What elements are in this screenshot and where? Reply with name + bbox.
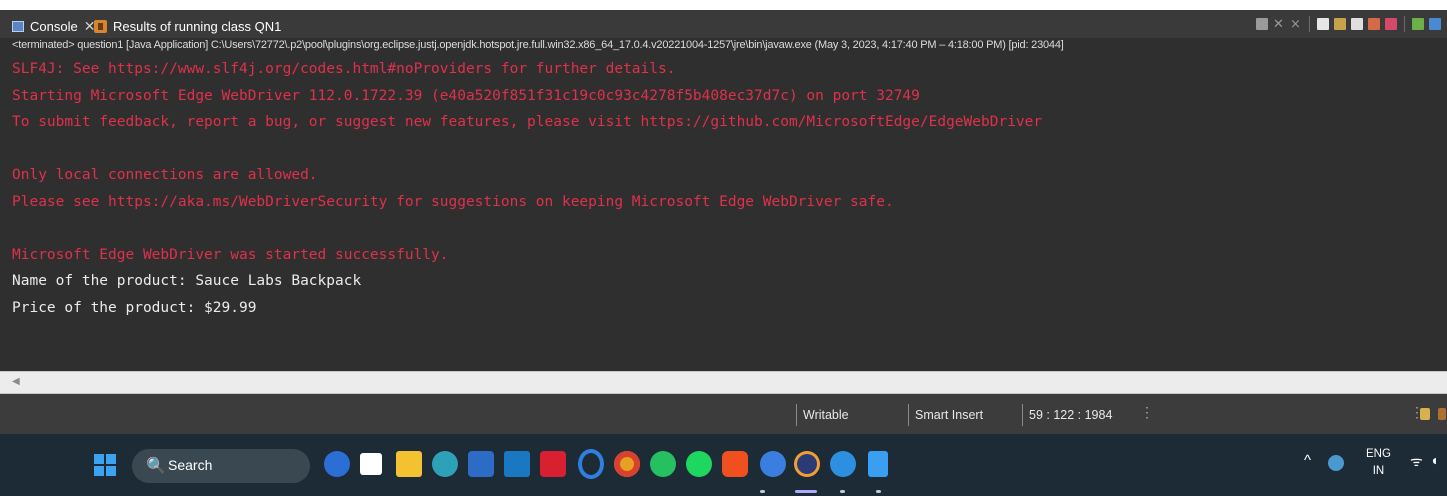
taskbar-search-input[interactable]: 🔍 Search	[132, 449, 310, 483]
cortana-app-icon[interactable]	[324, 451, 350, 477]
whatsapp-icon[interactable]	[650, 451, 676, 477]
console-icon	[12, 20, 24, 32]
task-view-icon[interactable]	[360, 453, 382, 475]
volume-icon[interactable]: ◖	[1430, 452, 1438, 468]
tab-console[interactable]: Console ✕	[12, 16, 95, 36]
eclipse-icon[interactable]	[794, 451, 820, 477]
windows-taskbar: 🔍 Search ^ ENG IN ᯤ ◖	[0, 434, 1447, 496]
console-stderr-line: Microsoft Edge WebDriver was started suc…	[12, 246, 449, 263]
display-console-icon[interactable]	[1429, 18, 1441, 30]
console-stderr-line: Starting Microsoft Edge WebDriver 112.0.…	[12, 87, 920, 104]
running-indicator	[876, 490, 881, 493]
clear-console-icon[interactable]	[1317, 18, 1329, 30]
tray-chevron-icon[interactable]: ^	[1304, 452, 1311, 469]
toolbar-separator	[1404, 16, 1405, 32]
process-description: <terminated> question1 [Java Application…	[12, 39, 1064, 51]
language-indicator[interactable]: ENG IN	[1366, 446, 1391, 480]
status-insert-mode: Smart Insert	[908, 404, 1015, 426]
remove-all-launches-icon[interactable]: ⨯	[1290, 17, 1302, 30]
console-stdout-line: Price of the product: $29.99	[12, 299, 257, 316]
status-menu-icon[interactable]: ⋮	[1140, 404, 1154, 421]
console-stderr-line: Only local connections are allowed.	[12, 167, 318, 183]
chrome-icon[interactable]	[614, 451, 640, 477]
status-cursor-position: 59 : 122 : 1984	[1022, 404, 1139, 426]
scroll-left-icon[interactable]: ◀	[12, 376, 20, 387]
running-indicator	[840, 490, 845, 493]
chrome-app-icon[interactable]	[432, 451, 458, 477]
word-wrap-icon[interactable]	[1351, 18, 1363, 30]
results-icon	[94, 19, 107, 33]
mcafee-icon[interactable]	[540, 451, 566, 477]
cortana-ring-icon[interactable]	[578, 449, 604, 479]
tab-results[interactable]: Results of running class QN1	[94, 16, 281, 36]
eclipse-console-view: Console ✕ Results of running class QN1 ✕…	[0, 10, 1447, 434]
file-explorer-icon[interactable]	[396, 451, 422, 477]
console-stderr-line: Please see https://aka.ms/WebDriverSecur…	[12, 193, 894, 210]
google-chrome-icon[interactable]	[760, 451, 786, 477]
scroll-lock-icon[interactable]	[1334, 18, 1346, 30]
console-stderr-line: To submit feedback, report a bug, or sug…	[12, 114, 1043, 130]
horizontal-scrollbar[interactable]: ◀	[0, 371, 1447, 394]
tab-results-label: Results of running class QN1	[113, 18, 282, 34]
console-output[interactable]: SLF4J: See https://www.slf4j.org/codes.h…	[12, 56, 1444, 372]
running-indicator	[760, 490, 765, 493]
windows-start-icon[interactable]	[94, 454, 116, 476]
brave-icon[interactable]	[722, 451, 748, 477]
spotify-icon[interactable]	[686, 451, 712, 477]
search-icon: 🔍	[146, 458, 166, 475]
console-stderr-line: SLF4J: See https://www.slf4j.org/codes.h…	[12, 61, 676, 77]
show-on-stdout-icon[interactable]	[1368, 18, 1380, 30]
search-label: Search	[168, 457, 213, 473]
notepad-icon[interactable]	[868, 451, 888, 477]
language-code: ENG	[1366, 448, 1391, 460]
console-toolbar: ✕ ⨯	[1256, 16, 1441, 32]
tray-app-icon[interactable]	[1328, 455, 1344, 471]
lens-app-icon[interactable]	[504, 451, 530, 477]
view-tab-bar: Console ✕ Results of running class QN1 ✕…	[0, 10, 1447, 38]
tab-console-label: Console	[30, 18, 78, 34]
progress-icon[interactable]	[1420, 408, 1430, 420]
show-on-stderr-icon[interactable]	[1385, 18, 1397, 30]
edge-icon[interactable]	[830, 451, 856, 477]
active-indicator	[795, 490, 817, 493]
status-bar: Writable Smart Insert 59 : 122 : 1984 ⋮ …	[0, 394, 1447, 434]
terminate-icon[interactable]	[1256, 18, 1268, 30]
store-icon[interactable]	[468, 451, 494, 477]
wifi-icon[interactable]: ᯤ	[1410, 452, 1423, 471]
language-region: IN	[1372, 465, 1385, 477]
remove-launch-icon[interactable]: ✕	[1273, 17, 1285, 30]
status-writable: Writable	[796, 404, 903, 426]
console-stdout-line: Name of the product: Sauce Labs Backpack	[12, 273, 362, 289]
pin-console-icon[interactable]	[1412, 18, 1424, 30]
notification-icon[interactable]	[1438, 408, 1446, 420]
toolbar-separator	[1309, 16, 1310, 32]
